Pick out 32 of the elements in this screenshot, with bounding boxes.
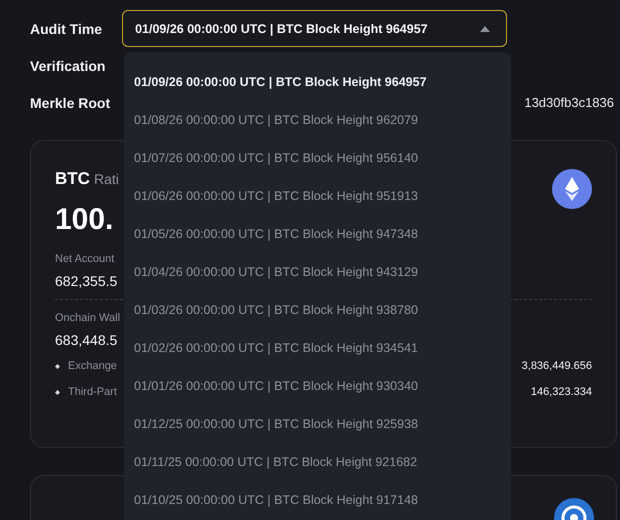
- ratio-value: 100.: [55, 203, 114, 237]
- diamond-coin-icon: [552, 169, 592, 209]
- bullet-icon: [55, 364, 60, 368]
- dropdown-option[interactable]: 01/09/26 00:00:00 UTC | BTC Block Height 964957: [124, 63, 511, 101]
- dropdown-option[interactable]: 01/07/26 00:00:00 UTC | BTC Block Height 956140: [124, 139, 511, 177]
- wallet-item-value: 3,836,449.656: [522, 360, 592, 372]
- dropdown-option[interactable]: 01/02/26 00:00:00 UTC | BTC Block Height 934541: [124, 329, 511, 367]
- dropdown-option[interactable]: 01/03/26 00:00:00 UTC | BTC Block Height 938780: [124, 291, 511, 329]
- ratio-label: Rati: [94, 171, 119, 187]
- dropdown-option[interactable]: 01/01/26 00:00:00 UTC | BTC Block Height 930340: [124, 367, 511, 405]
- dropdown-option[interactable]: 01/06/26 00:00:00 UTC | BTC Block Height 951913: [124, 177, 511, 215]
- dropdown-option[interactable]: 01/11/25 00:00:00 UTC | BTC Block Height 921682: [124, 443, 511, 481]
- net-account-value: 682,355.5: [55, 273, 118, 289]
- dropdown-option[interactable]: 01/05/26 00:00:00 UTC | BTC Block Height 947348: [124, 215, 511, 253]
- audit-time-label: Audit Time: [30, 20, 102, 36]
- asset-name: BTC: [55, 169, 90, 188]
- wallet-item-label: Exchange: [55, 360, 117, 372]
- onchain-wallet-value: 683,448.5: [55, 332, 118, 348]
- wallet-item-label: Third-Part: [55, 386, 117, 398]
- onchain-wallet-label: Onchain Wall: [55, 312, 120, 324]
- dropdown-option[interactable]: 01/04/26 00:00:00 UTC | BTC Block Height 943129: [124, 253, 511, 291]
- dropdown-option[interactable]: 01/08/26 00:00:00 UTC | BTC Block Height 962079: [124, 101, 511, 139]
- caret-icon: [480, 26, 490, 32]
- bullet-icon: [55, 390, 60, 394]
- wallet-item-value: 146,323.334: [530, 386, 592, 398]
- dropdown-option[interactable]: 01/12/25 00:00:00 UTC | BTC Block Height 925938: [124, 405, 511, 443]
- net-account-label: Net Account: [55, 253, 114, 265]
- merkle-root-label: Merkle Root: [30, 94, 110, 110]
- dropdown-option[interactable]: 01/10/25 00:00:00 UTC | BTC Block Height 917148: [124, 481, 511, 519]
- verification-label: Verification: [30, 58, 106, 74]
- audit-time-select[interactable]: 01/09/26 00:00:00 UTC | BTC Block Height 964957: [122, 10, 508, 47]
- merkle-root-value: 13d30fb3c1836: [524, 95, 614, 110]
